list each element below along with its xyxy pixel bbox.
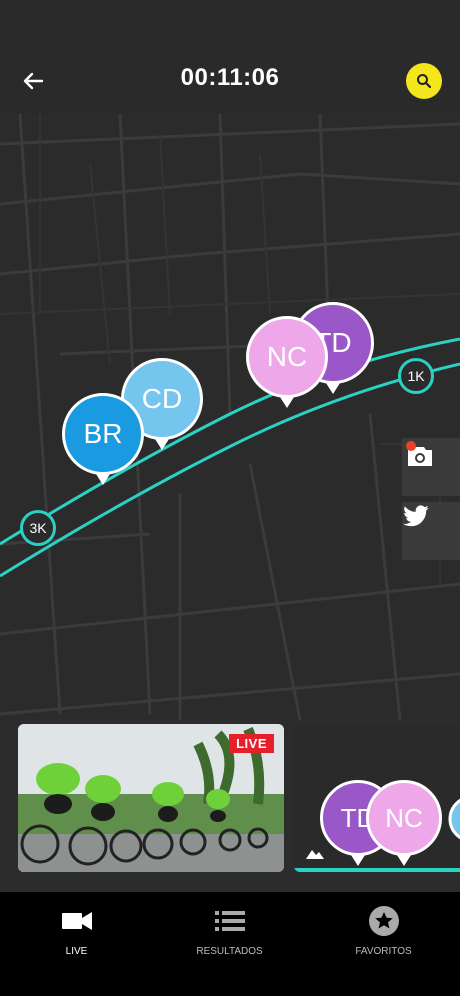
runner-pin-nc[interactable]: NC <box>246 316 328 408</box>
star-icon <box>368 906 399 936</box>
video-camera-icon <box>61 912 92 930</box>
search-icon <box>417 74 432 89</box>
camera-icon <box>406 441 432 466</box>
camera-button[interactable] <box>402 438 460 496</box>
nav-item-resultados[interactable]: RESULTADOS <box>153 892 306 996</box>
status-bar <box>0 0 460 48</box>
runner-pin-br[interactable]: BR <box>62 393 144 485</box>
km-marker-3k[interactable]: 3K <box>20 510 56 546</box>
twitter-icon <box>403 505 429 527</box>
nav-item-favoritos[interactable]: FAVORITOS <box>307 892 460 996</box>
nav-label-favoritos: FAVORITOS <box>355 946 412 957</box>
bottom-nav: LIVE RESULTADOS FAVORITOS <box>0 892 460 996</box>
nav-label-resultados: RESULTADOS <box>196 946 263 957</box>
app-header: 00:11:06 <box>0 48 460 114</box>
elapsed-time: 00:11:06 <box>180 64 280 91</box>
live-video-thumbnail[interactable]: LIVE <box>18 724 284 872</box>
twitter-button[interactable] <box>402 502 460 560</box>
media-strip: LIVE TD NC <box>0 720 460 892</box>
live-badge: LIVE <box>229 734 274 753</box>
race-map[interactable]: 3K 1K TD NC CD BR <box>0 114 460 720</box>
km-marker-1k[interactable]: 1K <box>398 358 434 394</box>
elevation-profile-card[interactable]: TD NC <box>294 724 460 872</box>
search-button[interactable] <box>406 63 442 99</box>
mini-runner-pin-nc: NC <box>366 780 442 866</box>
nav-label-live: LIVE <box>65 946 88 957</box>
nav-item-live[interactable]: LIVE <box>0 892 153 996</box>
list-icon <box>214 911 245 931</box>
